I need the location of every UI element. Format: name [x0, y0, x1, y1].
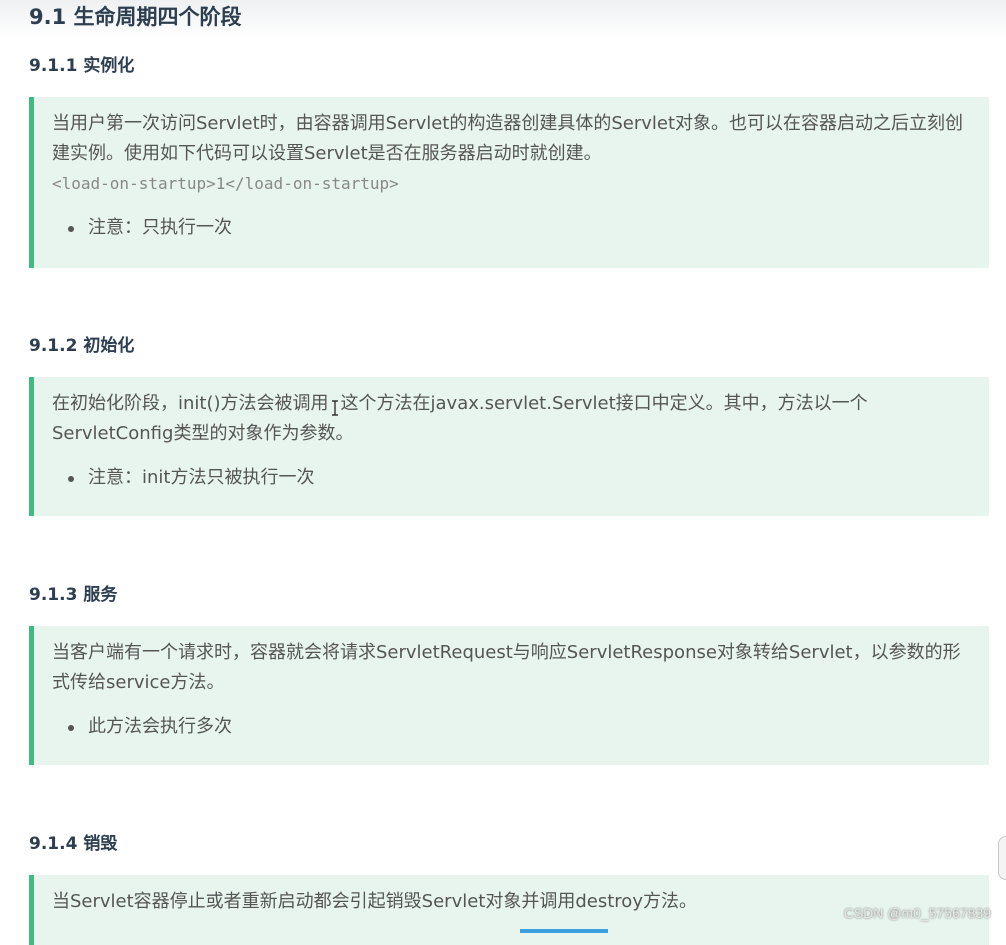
heading-initialization: 9.1.2 初始化: [29, 336, 135, 356]
load-on-startup-code: <load-on-startup>1</load-on-startup>: [52, 174, 399, 193]
text-cursor-icon: [331, 396, 339, 416]
instantiation-text: 当用户第一次访问Servlet时，由容器调用Servlet的构造器创建具体的Se…: [52, 113, 964, 164]
heading-instantiation: 9.1.1 实例化: [29, 56, 135, 76]
section-title: 9.1 生命周期四个阶段: [29, 5, 242, 29]
initialization-note: 注意：init方法只被执行一次: [68, 463, 971, 493]
quote-service: 当客户端有一个请求时，容器就会将请求ServletRequest与响应Servl…: [29, 626, 989, 765]
heading-destroy: 9.1.4 销毁: [29, 834, 118, 854]
destroy-text: 当Servlet容器停止或者重新启动都会引起销毁Servlet对象并调用dest…: [52, 891, 697, 912]
watermark: CSDN @m0_57567839: [843, 905, 991, 921]
quote-instantiation: 当用户第一次访问Servlet时，由容器调用Servlet的构造器创建具体的Se…: [29, 97, 989, 268]
initialization-notes: 注意：init方法只被执行一次: [52, 463, 971, 493]
instantiation-notes: 注意：只执行一次: [52, 213, 971, 243]
initialization-text: 在初始化阶段，init()方法会被调用 这个方法在javax.servlet.Se…: [52, 389, 971, 449]
quote-initialization: 在初始化阶段，init()方法会被调用 这个方法在javax.servlet.Se…: [29, 377, 989, 516]
bottom-accent-bar: [520, 929, 608, 933]
service-notes: 此方法会执行多次: [52, 712, 971, 742]
side-scroll-button[interactable]: [998, 836, 1006, 880]
initialization-text-part1: 在初始化阶段，init()方法会被调用: [52, 393, 329, 414]
instantiation-note: 注意：只执行一次: [68, 213, 971, 243]
service-note: 此方法会执行多次: [68, 712, 971, 742]
service-text: 当客户端有一个请求时，容器就会将请求ServletRequest与响应Servl…: [52, 642, 961, 693]
heading-service: 9.1.3 服务: [29, 585, 118, 605]
